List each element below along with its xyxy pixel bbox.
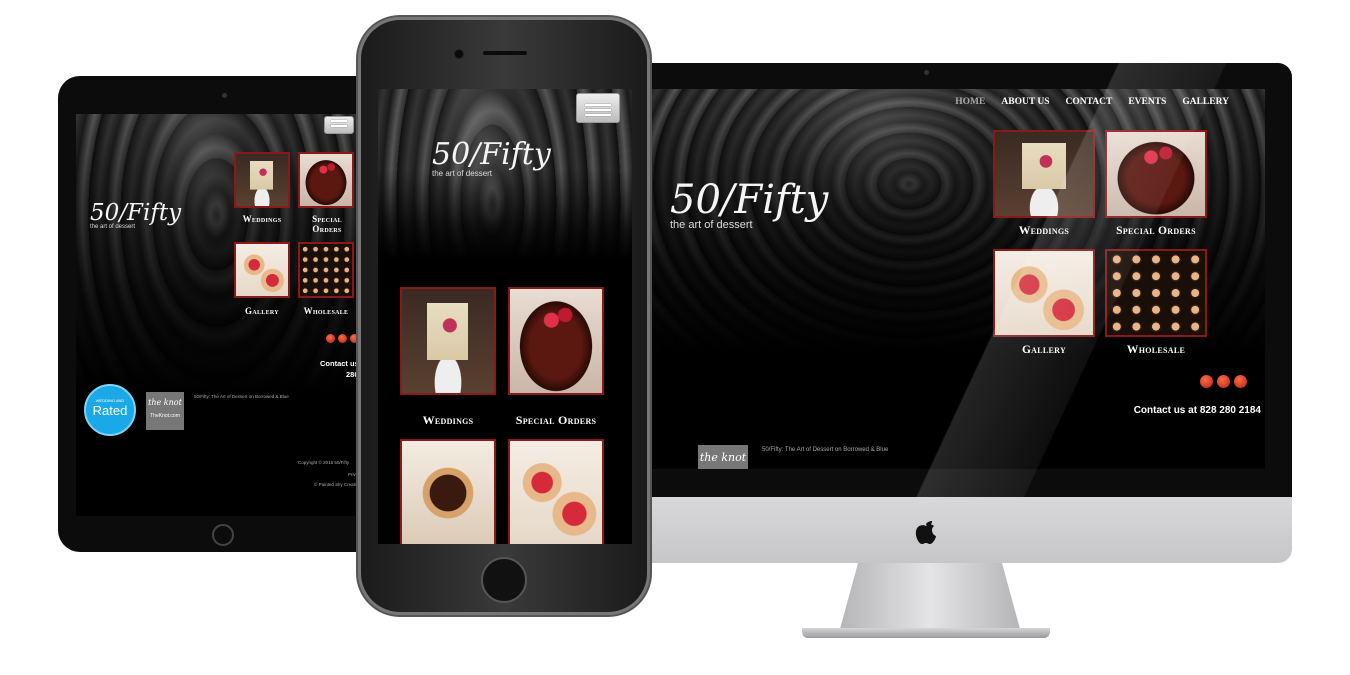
desktop-facebook-icon[interactable]: [1200, 375, 1213, 388]
phone-caption-special-orders[interactable]: Special Orders: [502, 413, 610, 428]
apple-logo-icon: [912, 515, 940, 547]
phone-screen: 50/Fifty the art of dessert Weddings Spe…: [378, 89, 632, 544]
phone-speaker: [483, 51, 527, 55]
imac-stand-foot: [802, 628, 1050, 638]
tablet-copyright: Copyright © 2015 50/Fifty: [298, 460, 350, 465]
nav-home[interactable]: HOME: [955, 97, 985, 107]
tablet-privacy-link[interactable]: Priv: [348, 472, 356, 477]
tablet-tile-gallery[interactable]: [234, 242, 290, 298]
desktop-logo: 50/Fifty the art of dessert: [670, 177, 829, 231]
menu-icon: [585, 104, 611, 106]
tablet-caption-wholesale[interactable]: Wholesale: [294, 306, 358, 316]
tablet-device: 50/Fifty the art of dessert Weddings Spe…: [58, 76, 388, 552]
imac-stand: [840, 563, 1020, 629]
desktop-caption-gallery[interactable]: Gallery: [993, 344, 1095, 356]
tablet-contact-phone: 280: [346, 370, 359, 379]
tablet-tile-weddings[interactable]: [234, 152, 290, 208]
tablet-knot-badge[interactable]: the knot TheKnot.com: [146, 392, 184, 430]
desktop-caption-wholesale[interactable]: Wholesale: [1105, 344, 1207, 356]
tablet-tile-special-orders[interactable]: [298, 152, 354, 208]
imac-screen-frame: HOME ABOUT US CONTACT EVENTS GALLERY 50/…: [598, 63, 1292, 497]
phone-tile-special-orders[interactable]: [508, 287, 604, 395]
phone-caption-weddings[interactable]: Weddings: [400, 413, 496, 428]
tablet-tile-wholesale[interactable]: [298, 242, 354, 298]
tablet-facebook-icon[interactable]: [326, 334, 335, 343]
tablet-caption-special-orders[interactable]: Special Orders: [301, 214, 353, 234]
phone-device: 50/Fifty the art of dessert Weddings Spe…: [358, 17, 650, 615]
desktop-broken-image: 50/Fifty: The Art of Dessert on Borrowed…: [762, 447, 889, 453]
nav-events[interactable]: EVENTS: [1128, 97, 1166, 107]
phone-logo: 50/Fifty the art of dessert: [432, 137, 551, 178]
tablet-instagram-icon[interactable]: [338, 334, 347, 343]
imac-chin: [598, 497, 1292, 563]
imac-camera: [924, 70, 929, 75]
phone-tile-gallery[interactable]: [400, 439, 496, 544]
desktop-instagram-icon[interactable]: [1217, 375, 1230, 388]
tablet-screen: 50/Fifty the art of dessert Weddings Spe…: [76, 114, 388, 516]
tablet-caption-gallery[interactable]: Gallery: [226, 306, 298, 316]
nav-gallery[interactable]: GALLERY: [1182, 97, 1229, 107]
phone-camera: [454, 49, 464, 59]
nav-contact[interactable]: CONTACT: [1066, 97, 1113, 107]
phone-home-button[interactable]: [481, 557, 527, 603]
menu-icon: [330, 120, 348, 122]
desktop-caption-weddings[interactable]: Weddings: [993, 225, 1095, 237]
tablet-home-button[interactable]: [212, 524, 234, 546]
tablet-logo: 50/Fifty the art of dessert: [90, 200, 182, 230]
desktop-caption-special-orders[interactable]: Special Orders: [1098, 225, 1214, 237]
phone-menu-button[interactable]: [576, 93, 620, 123]
desktop-tile-wholesale[interactable]: [1105, 249, 1207, 337]
desktop-knot-badge[interactable]: the knot: [698, 445, 748, 469]
tablet-broken-image: 50/Fifty: The Art of Dessert on Borrowed…: [194, 394, 289, 399]
tablet-caption-weddings[interactable]: Weddings: [226, 214, 298, 224]
desktop-tile-special-orders[interactable]: [1105, 130, 1207, 218]
desktop-contact-text: Contact us at 828 280 2184: [1133, 405, 1261, 416]
desktop-tile-weddings[interactable]: [993, 130, 1095, 218]
desktop-screen: HOME ABOUT US CONTACT EVENTS GALLERY 50/…: [618, 89, 1265, 469]
desktop-tile-gallery[interactable]: [993, 249, 1095, 337]
desktop-nav: HOME ABOUT US CONTACT EVENTS GALLERY: [955, 97, 1229, 107]
tablet-credit: © Painted Sky Creative: [314, 482, 361, 487]
tablet-menu-button[interactable]: [324, 116, 354, 134]
phone-tile-weddings[interactable]: [400, 287, 496, 395]
tablet-rated-badge[interactable]: WEDDING AND Rated: [84, 384, 136, 436]
nav-about-us[interactable]: ABOUT US: [1001, 97, 1049, 107]
phone-tile-wholesale[interactable]: [508, 439, 604, 544]
desktop-twitter-icon[interactable]: [1234, 375, 1247, 388]
tablet-camera: [222, 93, 227, 98]
